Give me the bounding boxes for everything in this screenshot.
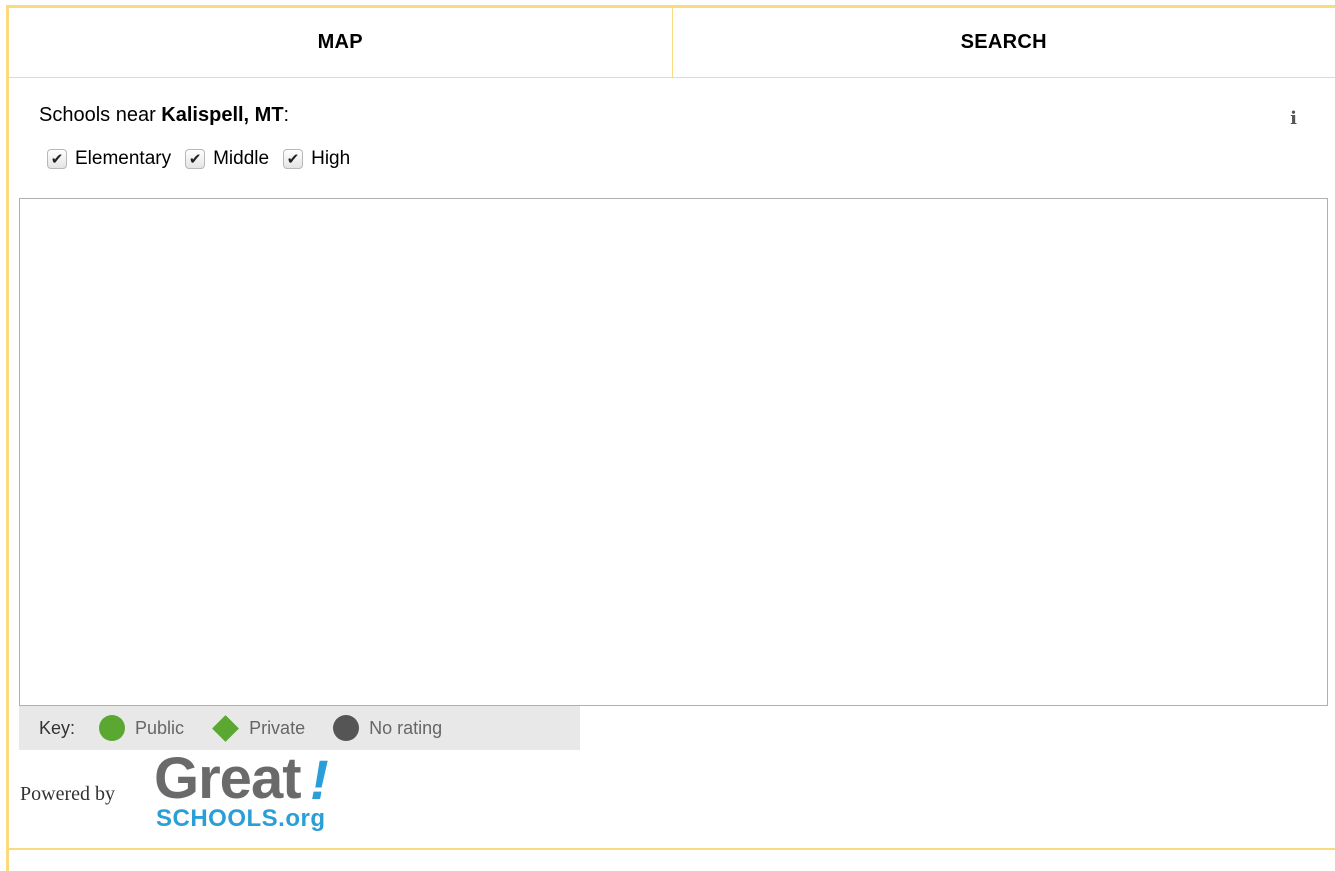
- filter-high[interactable]: ✔ High: [283, 148, 350, 170]
- school-level-filters: ✔ Elementary ✔ Middle ✔ High: [47, 148, 364, 170]
- tab-map[interactable]: MAP: [9, 8, 672, 77]
- public-circle-icon: [99, 715, 126, 741]
- legend-no-rating: No rating: [333, 715, 442, 741]
- logo-great-text: Great: [154, 746, 302, 811]
- private-diamond-icon: [212, 714, 239, 742]
- logo-schools-text: SCHOOLS.org: [156, 805, 326, 832]
- tab-bar: MAP SEARCH: [9, 8, 1335, 78]
- filter-label: Elementary: [75, 148, 172, 169]
- logo-exclamation: !: [310, 748, 329, 811]
- no-rating-circle-icon: [333, 715, 360, 741]
- legend-label: No rating: [369, 717, 443, 738]
- heading-prefix: Schools near: [39, 104, 162, 126]
- legend-private: Private: [212, 714, 306, 742]
- legend-label: Private: [249, 717, 306, 738]
- middle-checkbox[interactable]: ✔: [185, 149, 206, 169]
- heading-suffix: :: [283, 104, 290, 126]
- widget-frame: MAP SEARCH Schools near Kalispell, MT: i…: [6, 5, 1335, 871]
- filter-label: Middle: [213, 148, 270, 169]
- page-title: Schools near Kalispell, MT:: [39, 104, 289, 127]
- high-checkbox[interactable]: ✔: [283, 149, 304, 169]
- map-legend: Key: Public Private No rating: [19, 706, 580, 750]
- tab-search[interactable]: SEARCH: [671, 8, 1335, 77]
- greatschools-logo[interactable]: Great ! SCHOOLS.org: [154, 750, 354, 840]
- heading-location: Kalispell, MT: [161, 104, 284, 126]
- legend-public: Public: [99, 715, 184, 741]
- legend-label: Public: [135, 717, 185, 738]
- powered-by-text: Powered by: [20, 783, 115, 805]
- info-icon[interactable]: i: [1290, 108, 1297, 129]
- map-canvas[interactable]: [19, 198, 1328, 706]
- filter-label: High: [311, 148, 351, 169]
- bottom-divider: [9, 848, 1335, 850]
- filter-elementary[interactable]: ✔ Elementary: [47, 148, 171, 170]
- legend-title: Key:: [39, 717, 76, 738]
- filter-middle[interactable]: ✔ Middle: [185, 148, 269, 170]
- elementary-checkbox[interactable]: ✔: [47, 149, 67, 169]
